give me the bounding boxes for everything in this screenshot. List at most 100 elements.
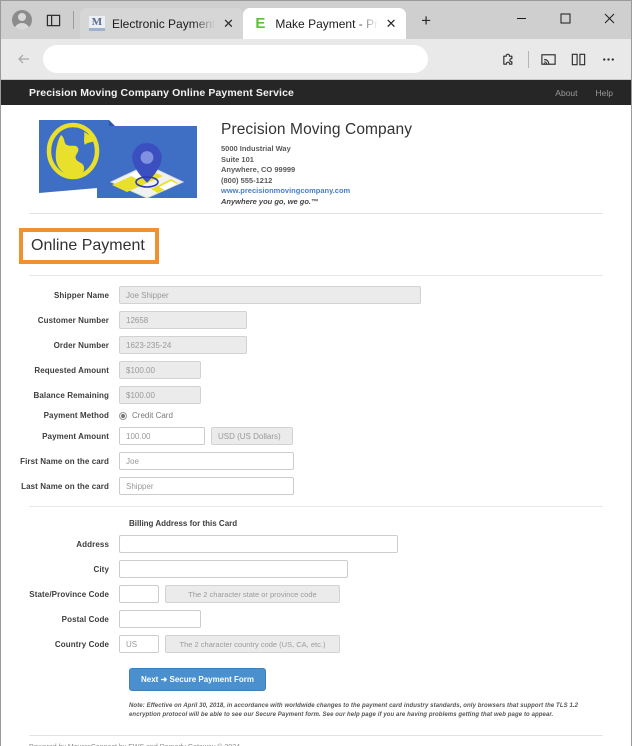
- ellipsis-glyph: [602, 57, 614, 61]
- browser-tab-strip: M Electronic Payment ✕ E Make Payment - …: [1, 1, 631, 39]
- browser-toolbar: [1, 39, 631, 80]
- order-number-input: 1623-235-24: [119, 336, 247, 354]
- field-row-last-name: Last Name on the card Shipper: [1, 477, 631, 495]
- address-line-2: Suite 101: [221, 154, 254, 164]
- tab-title: Make Payment - Pr: [275, 16, 379, 31]
- cast-icon[interactable]: [533, 44, 563, 74]
- globe-map-logo-icon: [39, 120, 197, 199]
- new-tab-button[interactable]: +: [412, 7, 440, 35]
- address-input[interactable]: [119, 535, 398, 553]
- ews-favicon: E: [255, 14, 266, 32]
- credit-card-radio[interactable]: [119, 411, 127, 420]
- field-row-first-name: First Name on the card Joe: [1, 452, 631, 470]
- company-phone: (800) 555-1212: [221, 175, 273, 185]
- last-name-input[interactable]: Shipper: [119, 477, 294, 495]
- order-number-label: Order Number: [53, 340, 109, 350]
- balance-remaining-input: $100.00: [119, 386, 201, 404]
- address-bar[interactable]: [43, 45, 428, 73]
- payment-amount-input[interactable]: 100.00: [119, 427, 205, 445]
- browser-tab-0[interactable]: M Electronic Payment ✕: [80, 8, 244, 39]
- split-screen-icon[interactable]: [563, 44, 593, 74]
- tab-title: Electronic Payment: [112, 16, 216, 31]
- field-row-payment-method: Payment Method Credit Card: [1, 411, 631, 420]
- movers-favicon: M: [89, 16, 105, 31]
- header-divider: [29, 213, 603, 214]
- tab-list-icon[interactable]: [39, 6, 67, 34]
- payment-method-radio-group[interactable]: Credit Card: [119, 411, 173, 420]
- cast-glyph: [540, 53, 556, 65]
- field-row-balance-remaining: Balance Remaining $100.00: [1, 386, 631, 404]
- field-row-address: Address: [1, 535, 631, 553]
- state-label: State/Province Code: [29, 589, 109, 599]
- payment-amount-label: Payment Amount: [42, 431, 109, 441]
- currency-display: USD (US Dollars): [211, 427, 293, 445]
- shipper-name-label: Shipper Name: [54, 290, 109, 300]
- field-row-shipper-name: Shipper Name Joe Shipper: [1, 286, 631, 304]
- browser-window: M Electronic Payment ✕ E Make Payment - …: [0, 0, 632, 746]
- close-icon[interactable]: ✕: [382, 15, 400, 33]
- tab-list-glyph: [46, 14, 60, 26]
- nav-link-help[interactable]: Help: [596, 88, 613, 98]
- field-row-city: City: [1, 560, 631, 578]
- field-row-payment-amount: Payment Amount 100.00 USD (US Dollars): [1, 427, 631, 445]
- requested-amount-label: Requested Amount: [34, 365, 109, 375]
- customer-number-input: 12658: [119, 311, 247, 329]
- first-name-label: First Name on the card: [20, 456, 109, 466]
- page-title: Online Payment: [31, 237, 145, 254]
- maximize-button[interactable]: [543, 1, 587, 35]
- page-content: Precision Moving Company Online Payment …: [1, 80, 631, 746]
- last-name-label: Last Name on the card: [21, 481, 109, 491]
- postal-input[interactable]: [119, 610, 201, 628]
- postal-label: Postal Code: [61, 614, 109, 624]
- close-icon[interactable]: ✕: [219, 15, 237, 33]
- address-line-3: Anywhere, CO 99999: [221, 165, 296, 174]
- payment-method-label: Payment Method: [43, 411, 109, 420]
- company-logo: [31, 115, 211, 200]
- minimize-button[interactable]: [499, 1, 543, 35]
- country-input[interactable]: US: [119, 635, 159, 653]
- close-icon: [604, 13, 614, 23]
- first-name-input[interactable]: Joe: [119, 452, 294, 470]
- city-label: City: [93, 564, 109, 574]
- field-row-order-number: Order Number 1623-235-24: [1, 336, 631, 354]
- billing-address-heading: Billing Address for this Card: [129, 519, 238, 528]
- site-header-title: Precision Moving Company Online Payment …: [29, 86, 294, 99]
- company-slogan: Anywhere you go, we go.™: [221, 196, 319, 206]
- profile-avatar-icon[interactable]: [7, 5, 37, 35]
- country-label: Country Code: [54, 639, 109, 649]
- toolbar-divider: [528, 50, 529, 68]
- field-row-state: State/Province Code The 2 character stat…: [1, 585, 631, 603]
- field-row-country: Country Code US The 2 character country …: [1, 635, 631, 653]
- close-window-button[interactable]: [587, 1, 631, 35]
- extensions-puzzle-glyph: [502, 53, 512, 65]
- credit-card-radio-label: Credit Card: [132, 411, 173, 420]
- minimize-icon: [516, 17, 526, 19]
- state-input[interactable]: [119, 585, 159, 603]
- site-nav: About Help: [555, 88, 613, 98]
- site-header: Precision Moving Company Online Payment …: [1, 80, 631, 105]
- balance-remaining-label: Balance Remaining: [33, 390, 109, 400]
- browser-tab-1[interactable]: E Make Payment - Pr ✕: [243, 8, 407, 39]
- country-hint: The 2 character country code (US, CA, et…: [165, 635, 340, 653]
- more-options-icon[interactable]: [593, 44, 623, 74]
- address-line-1: 5000 Industrial Way: [221, 144, 291, 153]
- back-button[interactable]: [9, 44, 39, 74]
- toolbar-actions: [494, 44, 623, 74]
- section-title-highlight: Online Payment: [19, 228, 159, 264]
- company-details: Precision Moving Company 5000 Industrial…: [211, 115, 412, 207]
- payment-form: Shipper Name Joe Shipper Customer Number…: [1, 276, 631, 720]
- tls-note: Note: Effective on April 30, 2018, in ac…: [129, 703, 579, 718]
- company-website-link[interactable]: www.precisionmovingcompany.com: [221, 186, 412, 197]
- window-controls: [499, 1, 631, 35]
- field-row-customer-number: Customer Number 12658: [1, 311, 631, 329]
- address-label: Address: [76, 539, 109, 549]
- nav-link-about[interactable]: About: [555, 88, 577, 98]
- field-row-postal: Postal Code: [1, 610, 631, 628]
- city-input[interactable]: [119, 560, 348, 578]
- extensions-icon[interactable]: [494, 44, 524, 74]
- company-block: Precision Moving Company 5000 Industrial…: [1, 105, 631, 207]
- state-hint: The 2 character state or province code: [165, 585, 340, 603]
- next-secure-payment-button[interactable]: Next ➜ Secure Payment Form: [129, 668, 266, 691]
- company-name: Precision Moving Company: [221, 121, 413, 138]
- field-row-requested-amount: Requested Amount $100.00: [1, 361, 631, 379]
